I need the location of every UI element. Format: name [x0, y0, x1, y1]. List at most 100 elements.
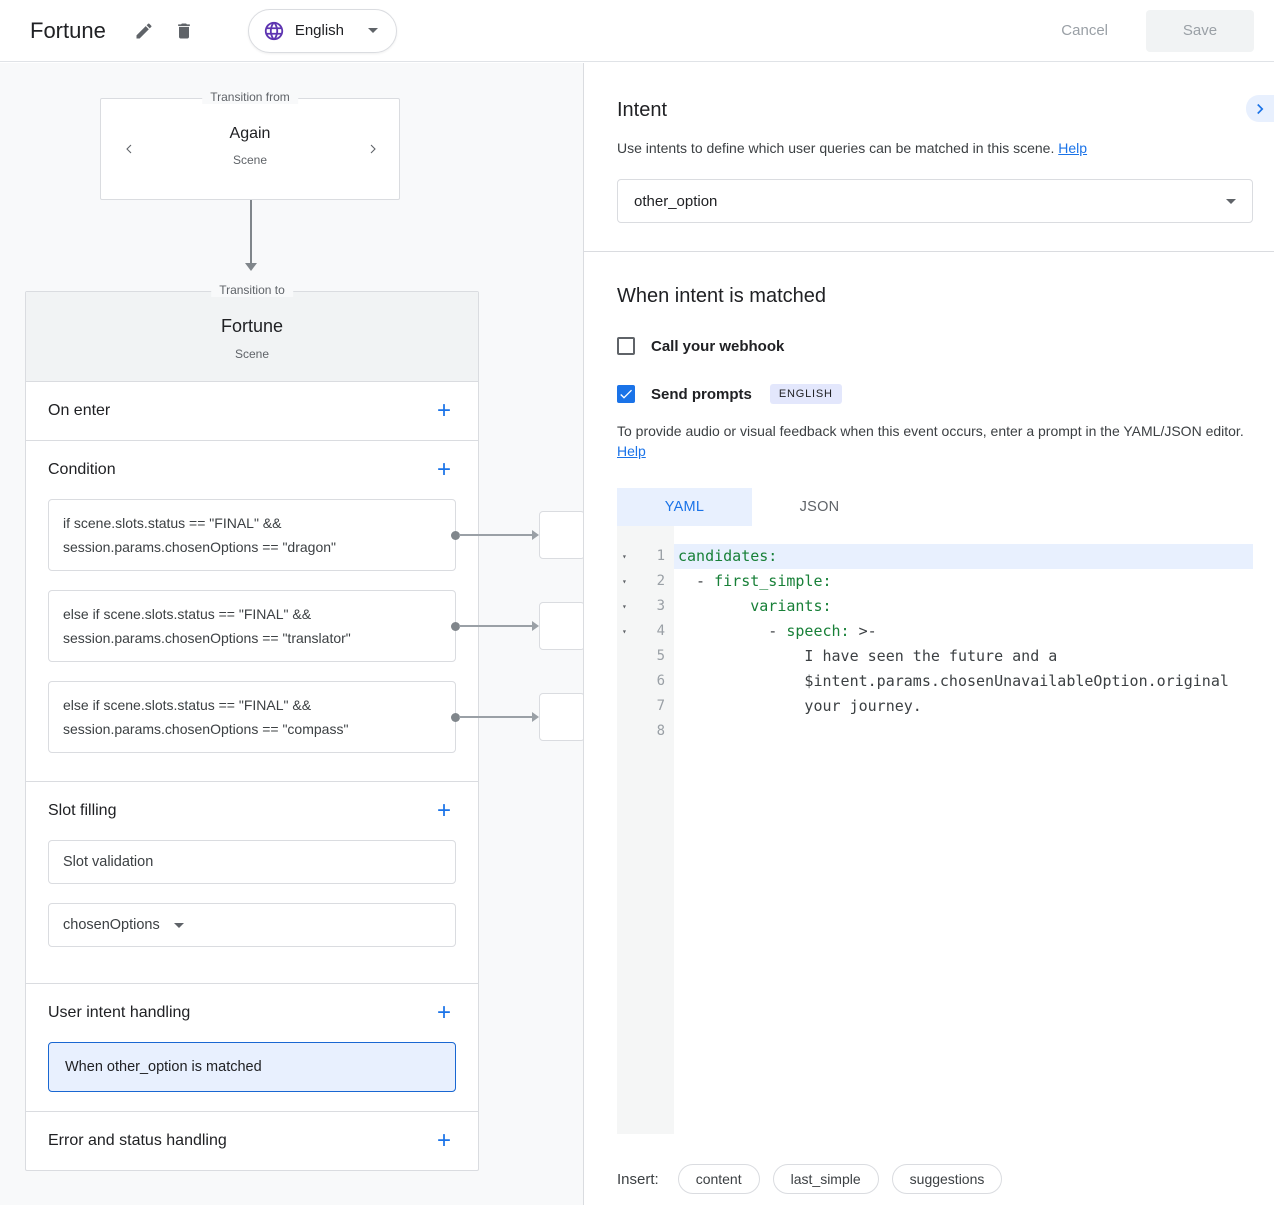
insert-label: Insert:: [617, 1171, 659, 1188]
section-error-handling: Error and status handling +: [26, 1112, 478, 1170]
add-on-enter-button[interactable]: +: [432, 399, 456, 423]
edit-title-button[interactable]: [124, 11, 164, 51]
line-number: 8: [637, 719, 674, 744]
condition-item[interactable]: if scene.slots.status == "FINAL" && sess…: [48, 499, 456, 571]
code-line[interactable]: your journey.: [674, 694, 1253, 719]
on-enter-label: On enter: [48, 402, 110, 420]
code-segment: variants:: [750, 597, 831, 615]
condition-item[interactable]: else if scene.slots.status == "FINAL" &&…: [48, 681, 456, 753]
line-number: 1: [637, 544, 674, 569]
transition-target-box[interactable]: [539, 511, 584, 559]
connector-line: [459, 716, 535, 718]
insert-chip-content[interactable]: content: [678, 1164, 760, 1194]
code-line[interactable]: candidates:: [674, 544, 1253, 569]
transition-from-box[interactable]: Transition from Again Scene: [100, 98, 400, 200]
insert-chip-list: content last_simple suggestions: [678, 1164, 1003, 1194]
intent-handler-item-selected[interactable]: When other_option is matched: [48, 1042, 456, 1092]
cancel-button[interactable]: Cancel: [1061, 22, 1108, 39]
fold-toggle-icon[interactable]: ▾: [617, 569, 637, 594]
gutter-row: ▾1: [617, 544, 674, 569]
language-badge: ENGLISH: [770, 384, 842, 404]
to-scene-name: Fortune: [26, 316, 478, 337]
code-line[interactable]: - speech: >-: [674, 619, 1253, 644]
line-number: 7: [637, 694, 674, 719]
panel-collapse-button[interactable]: [1246, 95, 1274, 122]
code-segment: $intent.params.chosenUnavailableOption.o…: [678, 672, 1229, 690]
add-condition-button[interactable]: +: [432, 458, 456, 482]
fold-toggle-icon[interactable]: ▾: [617, 544, 637, 569]
condition-text: if scene.slots.status == "FINAL" && sess…: [63, 515, 336, 555]
help-link[interactable]: Help: [1058, 140, 1087, 156]
error-handling-label: Error and status handling: [48, 1132, 227, 1150]
to-scene-type: Scene: [26, 347, 478, 361]
from-scene-name: Again: [101, 125, 399, 143]
scene-graph-panel: Transition from Again Scene Transition t…: [0, 63, 584, 1205]
line-number: 2: [637, 569, 674, 594]
code-segment: I have seen the future and a: [678, 647, 1057, 665]
code-line[interactable]: $intent.params.chosenUnavailableOption.o…: [674, 669, 1253, 694]
webhook-row: Call your webhook: [617, 337, 1253, 355]
line-number: 5: [637, 644, 674, 669]
code-segment: -: [678, 622, 786, 640]
slot-filling-label: Slot filling: [48, 802, 116, 820]
slot-validation-box[interactable]: Slot validation: [48, 840, 456, 884]
tab-yaml[interactable]: YAML: [617, 488, 752, 526]
add-error-handler-button[interactable]: +: [432, 1129, 456, 1153]
chevron-right-icon: [1251, 100, 1269, 118]
yaml-editor[interactable]: ▾1▾2▾3▾45678 candidates: - first_simple:…: [617, 526, 1253, 1134]
transition-target-box[interactable]: [539, 602, 584, 650]
user-intent-label: User intent handling: [48, 1004, 190, 1022]
send-prompts-label[interactable]: Send prompts: [651, 386, 752, 403]
webhook-label[interactable]: Call your webhook: [651, 338, 784, 355]
scene-title: Fortune: [30, 18, 106, 44]
code-segment: [678, 597, 750, 615]
send-prompts-row: Send prompts ENGLISH: [617, 384, 1253, 404]
transition-from-label: Transition from: [202, 90, 298, 104]
editor-tabs: YAMLJSON: [617, 488, 1253, 526]
gutter-row: ▾2: [617, 569, 674, 594]
gutter-row: 5: [617, 644, 674, 669]
condition-item[interactable]: else if scene.slots.status == "FINAL" &&…: [48, 590, 456, 662]
code-line[interactable]: I have seen the future and a: [674, 644, 1253, 669]
section-on-enter: On enter +: [26, 382, 478, 441]
language-selector[interactable]: English: [248, 9, 397, 53]
line-number: 6: [637, 669, 674, 694]
tab-json[interactable]: JSON: [752, 488, 887, 526]
prompt-hint-text: To provide audio or visual feedback when…: [617, 423, 1244, 439]
editor-gutter: ▾1▾2▾3▾45678: [617, 526, 674, 1134]
code-segment: first_simple:: [714, 572, 831, 590]
delete-scene-button[interactable]: [164, 11, 204, 51]
save-button[interactable]: Save: [1146, 10, 1254, 52]
add-intent-handler-button[interactable]: +: [432, 1001, 456, 1025]
intent-description-text: Use intents to define which user queries…: [617, 140, 1054, 156]
slot-select[interactable]: chosenOptions: [48, 903, 456, 947]
fold-toggle-icon[interactable]: ▾: [617, 619, 637, 644]
condition-list: if scene.slots.status == "FINAL" && sess…: [26, 499, 478, 753]
help-link-prompt[interactable]: Help: [617, 443, 646, 459]
transition-arrow: [250, 200, 252, 264]
editor-code-area[interactable]: candidates: - first_simple: variants: - …: [674, 526, 1253, 1134]
webhook-checkbox[interactable]: [617, 337, 635, 355]
globe-icon: [263, 20, 285, 42]
next-scene-button[interactable]: [361, 137, 385, 161]
code-line[interactable]: variants:: [674, 594, 1253, 619]
slot-name: chosenOptions: [63, 917, 160, 933]
insert-chip-suggestions[interactable]: suggestions: [892, 1164, 1003, 1194]
chevron-down-icon: [1226, 199, 1236, 204]
code-line[interactable]: - first_simple:: [674, 569, 1253, 594]
send-prompts-checkbox[interactable]: [617, 385, 635, 403]
fold-toggle-icon[interactable]: ▾: [617, 594, 637, 619]
add-slot-button[interactable]: +: [432, 799, 456, 823]
code-segment: your journey.: [678, 697, 922, 715]
code-segment: candidates:: [678, 547, 777, 565]
insert-chip-last_simple[interactable]: last_simple: [773, 1164, 879, 1194]
condition-text: else if scene.slots.status == "FINAL" &&…: [63, 606, 351, 646]
transition-target-box[interactable]: [539, 693, 584, 741]
divider: [584, 251, 1274, 252]
intent-select[interactable]: other_option: [617, 179, 1253, 223]
section-condition: Condition + if scene.slots.status == "FI…: [26, 441, 478, 782]
section-user-intent-handling: User intent handling + When other_option…: [26, 984, 478, 1112]
intent-title: Intent: [617, 63, 1253, 122]
code-line[interactable]: [674, 719, 1253, 744]
matched-heading: When intent is matched: [617, 285, 1253, 308]
